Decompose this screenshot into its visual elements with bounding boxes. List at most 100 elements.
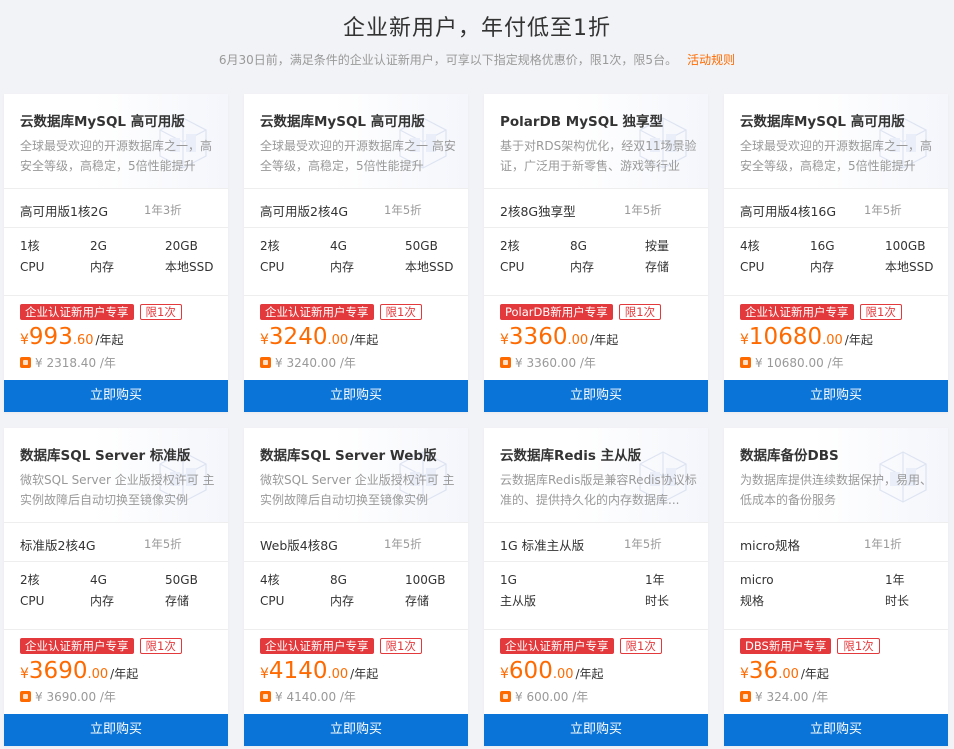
buy-now-button[interactable]: 立即购买 — [724, 380, 948, 412]
price-unit: /年起 — [350, 333, 379, 347]
param-value: 2核 — [260, 239, 280, 253]
card-description: 云数据库Redis版是兼容Redis协议标准的、提供持久化的内存数据库... — [500, 473, 697, 507]
price: ¥600.00/年起 — [500, 658, 604, 688]
card-description: 微软SQL Server 企业版授权许可 主实例故障后自动切换至镜像实例 — [260, 473, 455, 507]
promo-badge: 企业认证新用户专享 — [20, 638, 134, 654]
spec-row[interactable]: Web版4核8G 1年5折 — [244, 522, 468, 562]
discount-tag: 1年5折 — [624, 537, 662, 551]
promo-badge: DBS新用户专享 — [740, 638, 832, 654]
param-label: CPU — [740, 260, 765, 274]
spec-params: 2核 CPU 4G 内存 50GB 本地SSD — [244, 236, 468, 294]
currency-symbol: ¥ — [260, 332, 269, 348]
coupon-icon — [260, 691, 271, 702]
buy-now-button[interactable]: 立即购买 — [4, 380, 228, 412]
page-header: 企业新用户，年付低至1折 6月30日前，满足条件的企业认证新用户，可享以下指定规… — [0, 0, 954, 94]
badge-row: 企业认证新用户专享 限1次 — [20, 638, 182, 656]
card-description: 基于对RDS架构优化，经双11场景验证，广泛用于新零售、游戏等行业 — [500, 139, 697, 173]
spec-row[interactable]: 高可用版4核16G 1年5折 — [724, 188, 948, 228]
original-price: ¥ 3690.00 /年 — [20, 688, 116, 705]
spec-row[interactable]: 2核8G独享型 1年5折 — [484, 188, 708, 228]
param-label: 内存 — [330, 594, 355, 608]
param-value: 2G — [90, 239, 107, 253]
divider — [244, 629, 468, 630]
price-integer: 3690 — [28, 658, 88, 684]
spec-param: 100GB 存储 — [405, 570, 445, 612]
param-value: 100GB — [405, 573, 446, 587]
price-integer: 993 — [28, 324, 73, 350]
spec-param: 20GB 本地SSD — [165, 236, 213, 278]
spec-row[interactable]: 标准版2核4G 1年5折 — [4, 522, 228, 562]
product-card: 云数据库MySQL 高可用版 全球最受欢迎的开源数据库之一，高安全等级，高稳定，5… — [4, 94, 228, 412]
param-value: 2核 — [20, 573, 40, 587]
param-value: 1年 — [885, 573, 905, 587]
coupon-icon — [500, 691, 511, 702]
original-price-text: ¥ 10680.00 /年 — [755, 356, 844, 370]
original-price-text: ¥ 600.00 /年 — [515, 690, 589, 704]
limit-badge: 限1次 — [618, 304, 662, 320]
promo-badge: 企业认证新用户专享 — [20, 304, 134, 320]
promo-badge: PolarDB新用户专享 — [500, 304, 613, 320]
page-title: 企业新用户，年付低至1折 — [343, 16, 611, 41]
spec-params: micro 规格 1年时长 — [724, 570, 948, 628]
coupon-icon — [740, 691, 751, 702]
buy-now-button[interactable]: 立即购买 — [244, 714, 468, 746]
param-value: 4核 — [740, 239, 760, 253]
price-decimal: .00 — [327, 333, 349, 348]
param-label: 存储 — [645, 260, 670, 274]
buy-now-button[interactable]: 立即购买 — [244, 380, 468, 412]
price-unit: /年起 — [575, 667, 604, 681]
param-label: 时长 — [885, 594, 910, 608]
spec-row[interactable]: 1G 标准主从版 1年5折 — [484, 522, 708, 562]
buy-now-button[interactable]: 立即购买 — [724, 714, 948, 746]
subtitle-text: 6月30日前，满足条件的企业认证新用户，可享以下指定规格优惠价，限1次，限5台。 — [218, 53, 678, 67]
price-unit: /年起 — [590, 333, 619, 347]
price-decimal: .00 — [778, 667, 799, 682]
divider — [4, 629, 228, 630]
spec-param: 1核 CPU — [20, 236, 44, 278]
badge-row: 企业认证新用户专享 限1次 — [740, 304, 902, 322]
card-title: 云数据库MySQL 高可用版 — [20, 114, 185, 130]
product-card: PolarDB MySQL 独享型 基于对RDS架构优化，经双11场景验证，广泛用… — [484, 94, 708, 412]
activity-rules-link[interactable]: 活动规则 — [687, 53, 735, 67]
spec-name: 2核8G独享型 — [500, 204, 576, 219]
param-value: micro — [740, 573, 774, 587]
spec-param: 2核 CPU — [260, 236, 284, 278]
product-card: 数据库SQL Server Web版微软SQL Server 企业版授权许可 主… — [244, 428, 468, 746]
currency-symbol: ¥ — [260, 666, 269, 682]
param-value: 按量 — [645, 239, 670, 253]
coupon-icon — [260, 357, 271, 368]
spec-row[interactable]: 高可用版1核2G 1年3折 — [4, 188, 228, 228]
buy-now-button[interactable]: 立即购买 — [4, 714, 228, 746]
page-subtitle: 6月30日前，满足条件的企业认证新用户，可享以下指定规格优惠价，限1次，限5台。… — [0, 51, 954, 68]
original-price-text: ¥ 2318.40 /年 — [35, 356, 116, 370]
param-value: 20GB — [165, 239, 198, 253]
spec-param: 16G 内存 — [810, 236, 835, 278]
spec-param: 50GB 本地SSD — [405, 236, 453, 278]
param-label: 内存 — [90, 260, 115, 274]
param-value: 1年 — [645, 573, 665, 587]
price-decimal: .60 — [72, 333, 94, 348]
param-value: 8G — [330, 573, 347, 587]
currency-symbol: ¥ — [500, 666, 509, 682]
spec-param: 2核 CPU — [500, 236, 524, 278]
limit-badge: 限1次 — [619, 638, 662, 654]
param-value: 50GB — [405, 239, 438, 253]
param-label: CPU — [260, 594, 285, 608]
limit-badge: 限1次 — [379, 638, 422, 654]
price: ¥36.00/年起 — [740, 658, 829, 688]
price-unit: /年起 — [844, 333, 873, 347]
original-price: ¥ 4140.00 /年 — [260, 688, 356, 705]
spec-row[interactable]: micro规格 1年1折 — [724, 522, 948, 562]
param-value: 2核 — [500, 239, 520, 253]
divider — [484, 629, 708, 630]
badge-row: 企业认证新用户专享 限1次 — [260, 638, 422, 656]
limit-badge: 限1次 — [139, 638, 182, 654]
spec-param: 50GB 存储 — [165, 570, 198, 612]
param-label: CPU — [20, 260, 45, 274]
buy-now-button[interactable]: 立即购买 — [484, 714, 708, 746]
spec-row[interactable]: 高可用版2核4G 1年5折 — [244, 188, 468, 228]
discount-tag: 1年3折 — [144, 203, 182, 217]
card-title: 数据库SQL Server Web版 — [260, 448, 437, 464]
spec-param: micro 规格 — [740, 570, 774, 612]
buy-now-button[interactable]: 立即购买 — [484, 380, 708, 412]
